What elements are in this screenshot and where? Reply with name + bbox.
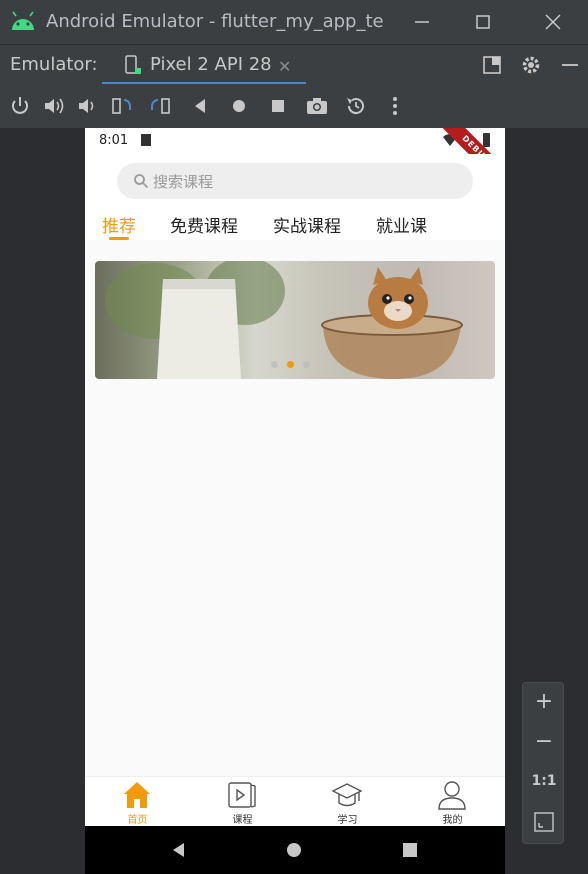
more-vert-icon bbox=[393, 97, 397, 115]
nav-courses[interactable]: 课程 bbox=[190, 777, 295, 827]
power-button[interactable] bbox=[8, 94, 32, 118]
maximize-button[interactable] bbox=[471, 10, 495, 34]
gear-icon bbox=[522, 56, 540, 74]
back-button[interactable] bbox=[188, 94, 212, 118]
study-icon bbox=[331, 783, 363, 807]
tab-label: Pixel 2 API 28 bbox=[150, 54, 272, 75]
zoom-actual-size-button[interactable]: 1:1 bbox=[523, 773, 565, 789]
nav-home[interactable]: 首页 bbox=[85, 777, 190, 827]
rotate-right-icon bbox=[151, 98, 170, 114]
window-title-bar: Android Emulator - flutter_my_app_te bbox=[0, 0, 588, 44]
snapshot-icon bbox=[347, 98, 364, 115]
volume-up-button[interactable] bbox=[42, 94, 66, 118]
window-mode-button[interactable] bbox=[480, 53, 504, 77]
home-circle-icon bbox=[233, 100, 245, 112]
volume-up-icon bbox=[45, 98, 64, 114]
overview-button[interactable] bbox=[266, 94, 290, 118]
minimize-button[interactable] bbox=[410, 10, 434, 34]
zoom-panel: + − 1:1 bbox=[522, 682, 564, 844]
minimize-icon bbox=[415, 21, 429, 23]
carousel-dot-active[interactable] bbox=[287, 361, 294, 368]
window-mode-icon bbox=[483, 56, 501, 74]
nav-study[interactable]: 学习 bbox=[295, 777, 400, 827]
nav-profile-label: 我的 bbox=[442, 815, 463, 826]
nav-home-label: 首页 bbox=[127, 815, 148, 826]
sd-card-icon bbox=[141, 134, 151, 146]
zoom-out-button[interactable]: − bbox=[523, 729, 565, 754]
android-back-icon[interactable] bbox=[169, 840, 189, 860]
emulator-toolbar bbox=[0, 84, 588, 128]
status-bar: 8:01 DEBUG bbox=[85, 128, 505, 195]
profile-icon bbox=[438, 781, 466, 810]
app-header: 搜索课程 推荐 免费课程 实战课程 就业课 bbox=[85, 154, 505, 240]
zoom-fit-icon[interactable] bbox=[533, 811, 555, 833]
carousel-dot[interactable] bbox=[271, 361, 278, 368]
minus-icon bbox=[562, 64, 578, 66]
rotate-left-button[interactable] bbox=[110, 94, 134, 118]
search-input[interactable]: 搜索课程 bbox=[117, 163, 473, 199]
android-recents-icon[interactable] bbox=[400, 840, 420, 860]
course-icon bbox=[228, 782, 256, 808]
tab-free-courses[interactable]: 免费课程 bbox=[170, 212, 238, 237]
android-nav-bar bbox=[85, 826, 505, 874]
tab-employment[interactable]: 就业课 bbox=[376, 212, 427, 237]
settings-button[interactable] bbox=[519, 53, 543, 77]
window-title: Android Emulator - flutter_my_app_te bbox=[46, 11, 384, 32]
search-placeholder: 搜索课程 bbox=[153, 173, 214, 191]
tab-pixel-2[interactable]: Pixel 2 API 28 ✕ bbox=[102, 45, 306, 85]
home-icon bbox=[124, 782, 150, 808]
overview-square-icon bbox=[272, 100, 284, 112]
category-tabs: 推荐 免费课程 实战课程 就业课 bbox=[85, 212, 505, 240]
tab-close-icon[interactable]: ✕ bbox=[278, 57, 291, 76]
screenshot-button[interactable] bbox=[305, 94, 329, 118]
maximize-icon bbox=[476, 15, 490, 29]
home-button[interactable] bbox=[227, 94, 251, 118]
camera-icon bbox=[307, 98, 327, 114]
battery-icon bbox=[483, 133, 490, 147]
tab-indicator bbox=[109, 237, 129, 240]
tab-recommend[interactable]: 推荐 bbox=[102, 212, 136, 237]
nav-study-label: 学习 bbox=[337, 815, 358, 826]
android-logo-icon bbox=[12, 11, 34, 30]
search-icon bbox=[134, 174, 149, 189]
nav-profile[interactable]: 我的 bbox=[400, 777, 505, 827]
nav-courses-label: 课程 bbox=[232, 815, 253, 826]
zoom-in-button[interactable]: + bbox=[523, 689, 565, 714]
device-screen: 8:01 DEBUG 搜索课程 推荐 免费课程 实战课程 就业课 首页 课程 学… bbox=[85, 128, 505, 874]
close-window-button[interactable] bbox=[541, 10, 565, 34]
more-button[interactable] bbox=[383, 94, 407, 118]
device-icon bbox=[125, 55, 141, 74]
power-icon bbox=[12, 97, 28, 114]
close-icon bbox=[545, 14, 561, 30]
volume-down-button[interactable] bbox=[76, 94, 100, 118]
status-time: 8:01 bbox=[99, 133, 129, 148]
snapshot-button[interactable] bbox=[344, 94, 368, 118]
back-triangle-icon bbox=[195, 99, 205, 113]
volume-down-icon bbox=[79, 99, 94, 113]
rotate-left-icon bbox=[112, 98, 131, 114]
tab-practical-courses[interactable]: 实战课程 bbox=[273, 212, 341, 237]
bottom-navigation: 首页 课程 学习 我的 bbox=[85, 776, 505, 826]
rotate-right-button[interactable] bbox=[148, 94, 172, 118]
emulator-tab-bar: Emulator: Pixel 2 API 28 ✕ bbox=[0, 44, 588, 85]
emulator-label: Emulator: bbox=[10, 54, 98, 75]
hide-panel-button[interactable] bbox=[558, 53, 582, 77]
carousel-dot[interactable] bbox=[303, 361, 310, 368]
carousel-indicator bbox=[271, 361, 321, 369]
android-home-icon[interactable] bbox=[284, 840, 304, 860]
carousel-banner[interactable] bbox=[95, 261, 495, 379]
